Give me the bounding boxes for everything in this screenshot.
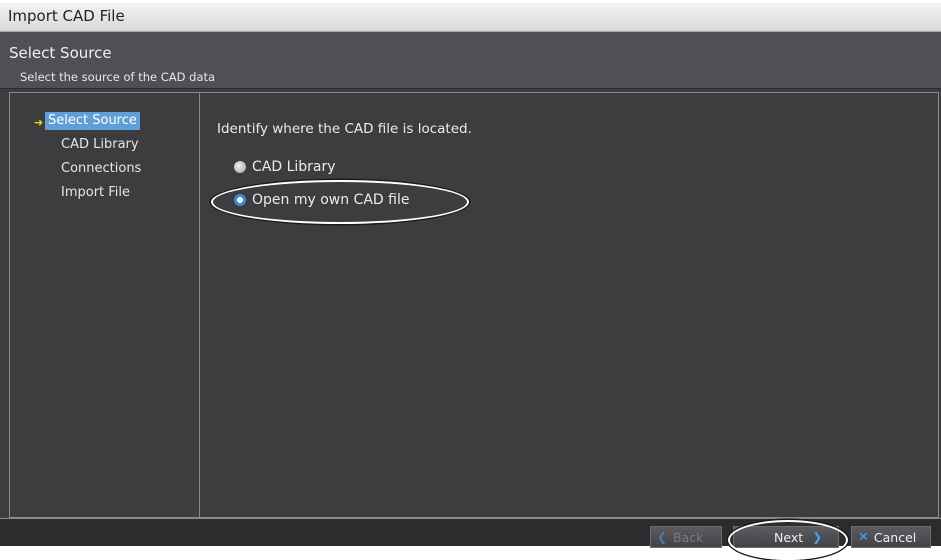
step-header: Select Source Select the source of the C… (0, 32, 941, 89)
back-label: Back (673, 529, 704, 545)
highlight-ellipse-option (211, 180, 469, 224)
close-icon: ✕ (858, 529, 869, 545)
cancel-label: Cancel (873, 529, 917, 545)
step-subtitle: Select the source of the CAD data (20, 70, 216, 84)
window-title: Import CAD File (8, 7, 125, 25)
nav-item-select-source[interactable]: Select Source (45, 112, 140, 130)
nav-item-cad-library[interactable]: CAD Library (58, 136, 142, 154)
highlight-ellipse-next (728, 520, 848, 560)
nav-item-connections[interactable]: Connections (58, 160, 144, 178)
content-panel (200, 92, 939, 518)
arrow-right-icon: ➜ (34, 116, 44, 129)
location-question: Identify where the CAD file is located. (217, 121, 472, 137)
nav-item-import-file[interactable]: Import File (58, 184, 133, 202)
chevron-left-icon: ❮ (657, 530, 668, 544)
wizard-steps-panel (9, 92, 200, 518)
option-cad-library-label: CAD Library (252, 159, 336, 175)
option-cad-library[interactable]: CAD Library (234, 157, 336, 177)
step-title: Select Source (9, 44, 112, 62)
title-bar: Import CAD File (0, 3, 941, 32)
radio-unchecked-icon[interactable] (234, 161, 246, 173)
